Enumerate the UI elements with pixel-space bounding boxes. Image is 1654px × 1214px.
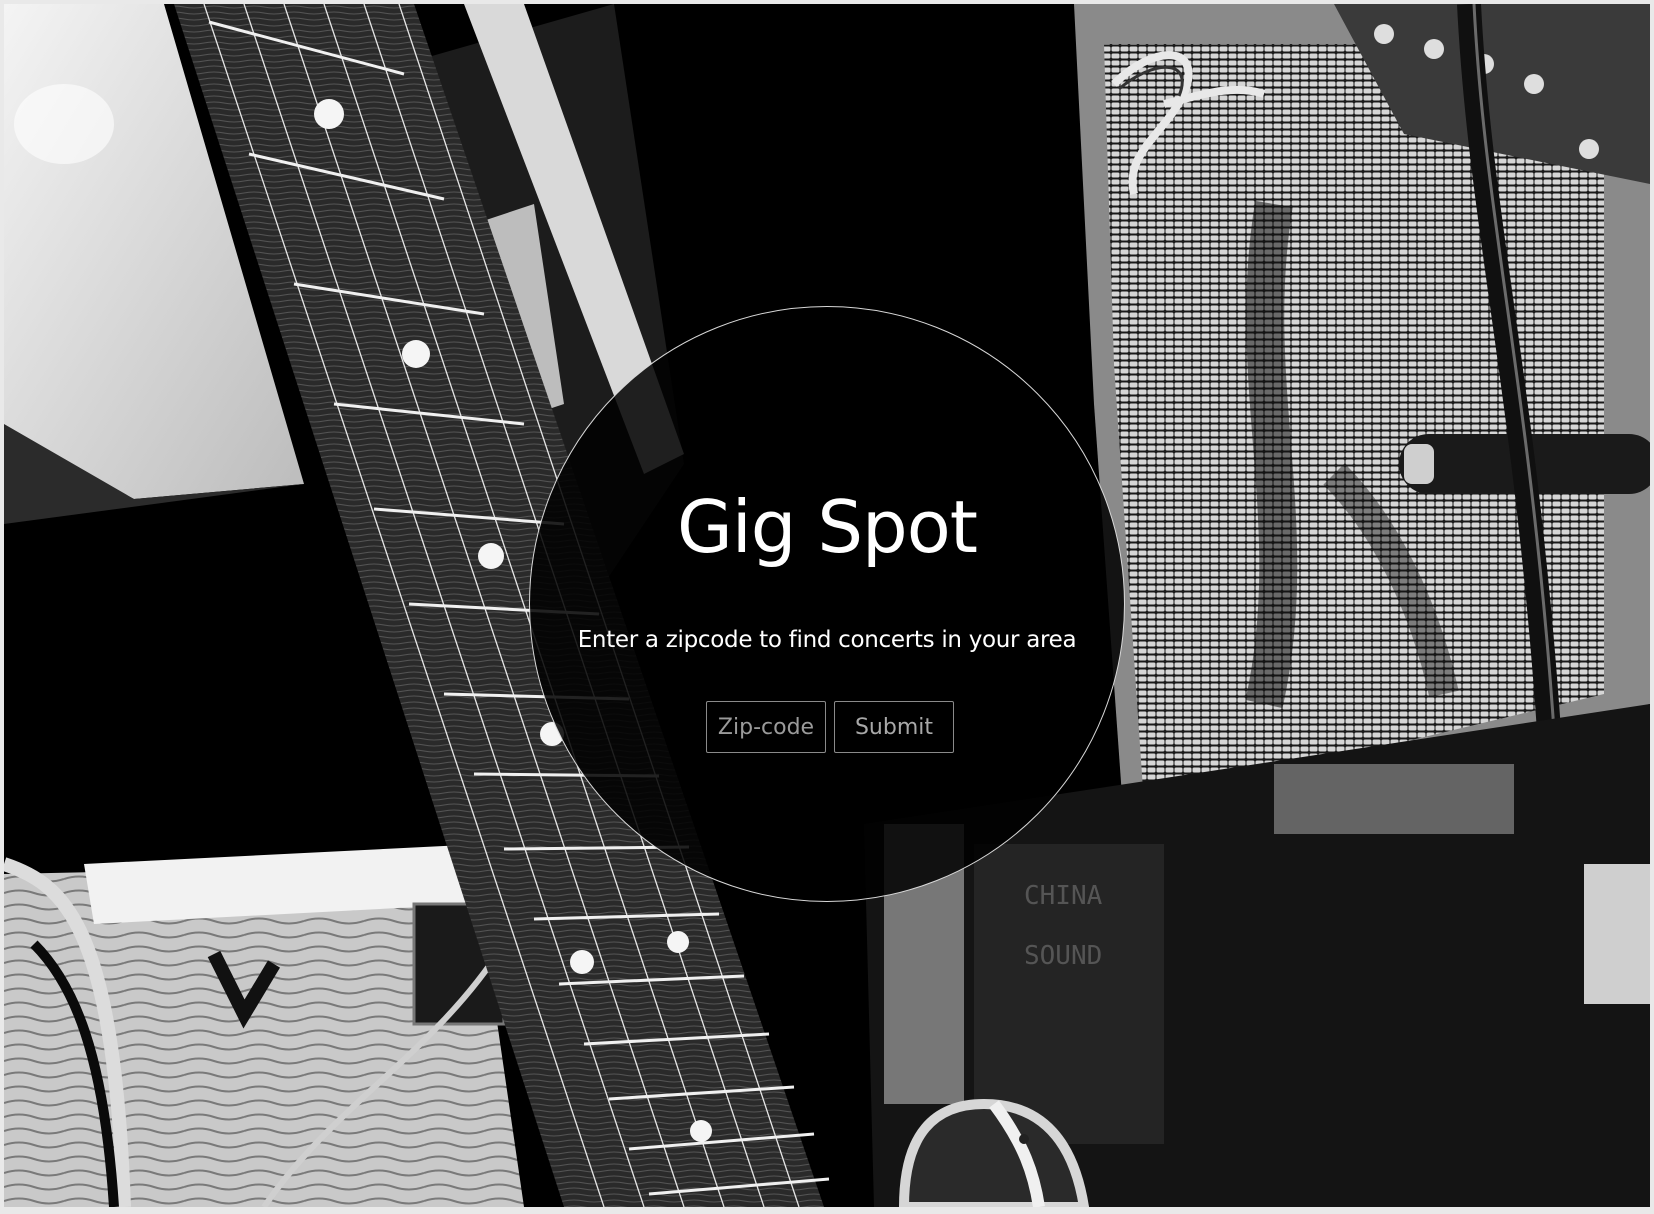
svg-text:CHINA: CHINA [1024, 881, 1103, 911]
submit-button[interactable]: Submit [834, 701, 954, 753]
zip-search-form: Submit [530, 701, 1124, 753]
hero-circle: Gig Spot Enter a zipcode to find concert… [529, 306, 1125, 902]
zip-code-input[interactable] [706, 701, 826, 753]
hero-subtitle: Enter a zipcode to find concerts in your… [577, 627, 1077, 653]
svg-text:SOUND: SOUND [1024, 941, 1102, 971]
app-title: Gig Spot [676, 485, 978, 569]
page-background-frame: CHINA SOUND Gig Spot Enter a zipcode to … [4, 4, 1650, 1207]
